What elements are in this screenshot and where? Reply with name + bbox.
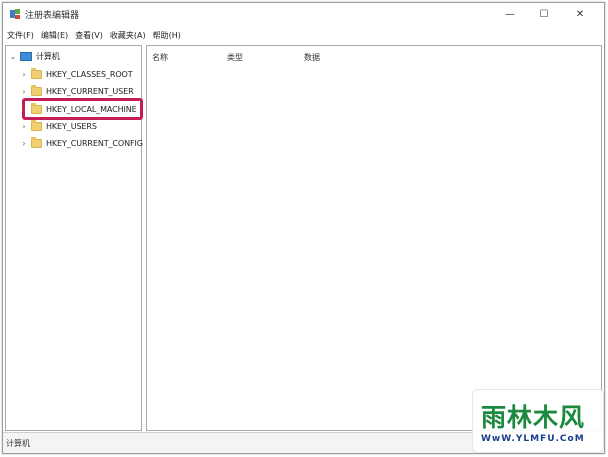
chevron-right-icon[interactable]: › bbox=[20, 139, 28, 148]
chevron-right-icon[interactable]: › bbox=[20, 87, 28, 96]
minimize-button[interactable]: — bbox=[494, 3, 526, 25]
tree-root[interactable]: ⌄ 计算机 bbox=[9, 49, 60, 63]
values-pane[interactable]: 名称 类型 数据 bbox=[146, 45, 602, 431]
title-bar[interactable]: 注册表编辑器 — ☐ ✕ bbox=[3, 3, 604, 25]
menu-edit[interactable]: 编辑(E) bbox=[41, 30, 68, 41]
watermark-url: WwW.YLMFU.CoM bbox=[481, 434, 585, 444]
tree-item-label: HKEY_CLASSES_ROOT bbox=[46, 69, 133, 79]
highlight-box bbox=[22, 98, 143, 120]
chevron-right-icon[interactable]: › bbox=[20, 70, 28, 79]
column-header-data[interactable]: 数据 bbox=[304, 52, 320, 63]
computer-icon bbox=[20, 51, 32, 61]
tree-item-label: HKEY_USERS bbox=[46, 121, 97, 131]
registry-editor-window: 注册表编辑器 — ☐ ✕ 文件(F) 编辑(E) 查看(V) 收藏夹(A) 帮助… bbox=[2, 2, 605, 454]
menu-bar: 文件(F) 编辑(E) 查看(V) 收藏夹(A) 帮助(H) bbox=[3, 27, 604, 43]
menu-file[interactable]: 文件(F) bbox=[7, 30, 34, 41]
folder-icon bbox=[31, 119, 42, 131]
folder-icon bbox=[31, 84, 42, 96]
status-path: 计算机 bbox=[6, 438, 30, 448]
chevron-down-icon[interactable]: ⌄ bbox=[9, 52, 17, 61]
chevron-right-icon[interactable]: › bbox=[20, 122, 28, 131]
tree-item-hkey-classes-root[interactable]: › HKEY_CLASSES_ROOT bbox=[20, 67, 133, 81]
folder-icon bbox=[31, 67, 42, 79]
tree-item-label: HKEY_CURRENT_USER bbox=[46, 86, 134, 96]
close-button[interactable]: ✕ bbox=[564, 3, 596, 25]
column-header-name[interactable]: 名称 bbox=[152, 52, 168, 63]
column-header-type[interactable]: 类型 bbox=[227, 52, 243, 63]
watermark-logo: 雨林木风 WwW.YLMFU.CoM bbox=[472, 389, 604, 453]
menu-view[interactable]: 查看(V) bbox=[75, 30, 103, 41]
registry-editor-icon bbox=[10, 9, 20, 19]
main-content: ⌄ 计算机 › HKEY_CLASSES_ROOT › HKEY_CURRENT… bbox=[5, 45, 602, 431]
folder-icon bbox=[31, 136, 42, 148]
tree-item-hkey-users[interactable]: › HKEY_USERS bbox=[20, 119, 97, 133]
window-title: 注册表编辑器 bbox=[25, 11, 80, 21]
watermark-logo-text: 雨林木风 bbox=[481, 403, 586, 432]
maximize-button[interactable]: ☐ bbox=[528, 3, 560, 25]
tree-item-hkey-current-user[interactable]: › HKEY_CURRENT_USER bbox=[20, 84, 134, 98]
tree-item-hkey-current-config[interactable]: › HKEY_CURRENT_CONFIG bbox=[20, 136, 143, 150]
tree-item-label: HKEY_CURRENT_CONFIG bbox=[46, 138, 143, 148]
menu-favorites[interactable]: 收藏夹(A) bbox=[110, 30, 146, 41]
menu-help[interactable]: 帮助(H) bbox=[153, 30, 181, 41]
tree-root-label: 计算机 bbox=[36, 51, 60, 61]
